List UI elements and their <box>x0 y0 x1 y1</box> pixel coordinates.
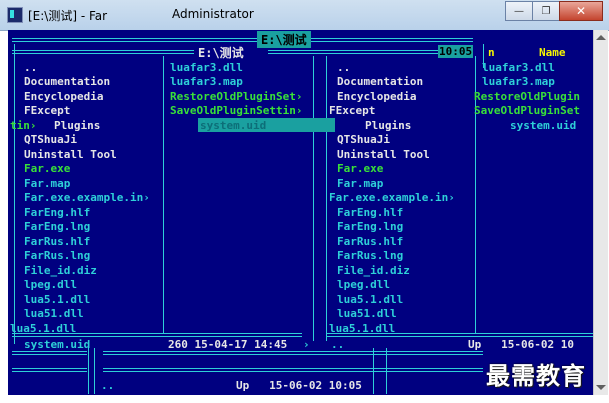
right-file-item[interactable]: FarEng.hlf <box>337 206 403 220</box>
left-panel-header-rule-2 <box>268 50 440 54</box>
right-file-item[interactable]: luafar3.map <box>482 75 555 89</box>
left-file-item[interactable]: luafar3.map <box>170 75 243 89</box>
right-file-item[interactable]: SaveOldPluginSet <box>474 104 580 118</box>
scroll-down-icon[interactable] <box>596 385 606 390</box>
left-file-item[interactable]: SaveOldPluginSettin› <box>170 104 302 118</box>
left-file-item[interactable]: FarEng.lng <box>24 220 90 234</box>
right-file-item[interactable]: Far.exe.example.in› <box>329 191 455 205</box>
bottom-frame-vline <box>88 348 89 394</box>
left-panel-left-border <box>14 44 15 344</box>
right-file-item[interactable]: system.uid <box>510 119 576 133</box>
left-panel-top-border-2 <box>298 38 473 42</box>
left-file-item[interactable]: QTShuaJi <box>24 133 77 147</box>
left-panel-column-divider <box>163 56 164 334</box>
watermark-logo: 最需教育 <box>486 361 586 390</box>
right-file-item[interactable]: Encyclopedia <box>337 90 416 104</box>
left-file-item[interactable]: FarEng.hlf <box>24 206 90 220</box>
panel-divider <box>313 56 314 341</box>
left-file-item[interactable]: FarRus.lng <box>24 249 90 263</box>
left-file-item[interactable]: Encyclopedia <box>24 90 103 104</box>
left-panel-header-rule <box>12 50 194 54</box>
left-status-info: 260 15-04-17 14:45 <box>168 338 288 351</box>
clock: 10:05 <box>438 45 474 58</box>
far-app-icon <box>7 7 23 23</box>
left-file-item[interactable]: FExcept <box>24 104 70 118</box>
bottom-status-info: Up 15-06-02 10:05 <box>236 379 362 392</box>
scroll-up-icon[interactable] <box>596 35 606 40</box>
bottom-frame-rule-4 <box>103 368 483 372</box>
left-plugins-prefix: tin› <box>10 119 37 132</box>
right-file-item[interactable]: FarRus.lng <box>337 249 403 263</box>
window-titlebar[interactable]: [E:\测试] - Far Administrator — ❐ ✕ <box>0 0 609 31</box>
bottom-frame-vline-3 <box>373 348 374 394</box>
left-panel-top-border <box>12 38 257 42</box>
bottom-status-name: .. <box>101 379 115 392</box>
left-file-item[interactable]: Far.map <box>24 177 70 191</box>
current-path-label[interactable]: E:\测试 <box>194 44 248 61</box>
bottom-frame-rule-3 <box>12 368 87 372</box>
close-icon: ✕ <box>575 4 587 18</box>
window-controls: — ❐ ✕ <box>505 1 603 21</box>
left-file-item[interactable]: lua51.dll <box>24 307 84 321</box>
right-file-item[interactable]: QTShuaJi <box>337 133 390 147</box>
right-file-item[interactable]: lua51.dll <box>337 307 397 321</box>
right-file-item[interactable]: Far.exe <box>337 162 383 176</box>
close-button[interactable]: ✕ <box>559 1 603 21</box>
left-file-item[interactable]: lpeg.dll <box>24 278 77 292</box>
right-file-item[interactable]: Documentation <box>337 75 423 89</box>
right-file-item[interactable]: RestoreOldPlugin <box>474 90 580 104</box>
right-panel-left-border <box>326 56 327 341</box>
left-status-name: system.uid <box>24 338 91 351</box>
left-file-item[interactable]: Far.exe <box>24 162 70 176</box>
right-file-item[interactable]: lpeg.dll <box>337 278 390 292</box>
left-file-item[interactable]: Documentation <box>24 75 110 89</box>
left-file-item-selected[interactable]: system.uid <box>200 119 266 133</box>
right-panel-status-rule <box>326 333 593 337</box>
left-file-item[interactable]: Plugins <box>54 119 100 133</box>
right-file-item[interactable]: FarRus.hlf <box>337 235 403 249</box>
window-title: [E:\测试] - Far <box>28 9 108 23</box>
right-file-item[interactable]: FExcept <box>329 104 375 118</box>
right-file-item[interactable]: .. <box>337 61 350 75</box>
right-status-name: .. <box>331 338 345 351</box>
bottom-frame-vline-4 <box>386 348 387 394</box>
right-file-item[interactable]: FarEng.lng <box>337 220 403 234</box>
bottom-frame-rule-2 <box>103 351 483 355</box>
right-file-item[interactable]: lua5.1.dll <box>337 293 403 307</box>
bottom-frame-vline-2 <box>94 348 95 394</box>
left-panel-status-rule <box>12 333 302 337</box>
far-console[interactable]: E:\测试 E:\测试 10:05 n Name .. Documentatio… <box>8 30 593 395</box>
left-file-item[interactable]: lua5.1.dll <box>24 293 90 307</box>
left-status-caret: › <box>303 338 310 351</box>
left-file-item[interactable]: FarRus.hlf <box>24 235 90 249</box>
left-file-item[interactable]: Uninstall Tool <box>24 148 117 162</box>
left-file-item[interactable]: Far.exe.example.in› <box>24 191 150 205</box>
left-file-item[interactable]: File_id.diz <box>24 264 97 278</box>
right-file-item[interactable]: Far.map <box>337 177 383 191</box>
left-file-item[interactable]: .. <box>24 61 37 75</box>
left-file-item[interactable]: luafar3.dll <box>170 61 243 75</box>
restore-button[interactable]: ❐ <box>532 1 560 21</box>
left-file-item[interactable]: RestoreOldPluginSet› <box>170 90 302 104</box>
right-file-item[interactable]: luafar3.dll <box>482 61 555 75</box>
right-file-item[interactable]: Plugins <box>365 119 411 133</box>
top-path-label[interactable]: E:\测试 <box>257 31 311 48</box>
minimize-button[interactable]: — <box>505 1 533 21</box>
bottom-frame-rule <box>12 351 87 355</box>
right-file-item[interactable]: File_id.diz <box>337 264 410 278</box>
right-status-info: Up 15-06-02 10 <box>468 338 574 351</box>
restore-icon: ❐ <box>541 5 551 17</box>
window-user: Administrator <box>172 7 254 21</box>
right-panel-header-n: n <box>488 46 495 59</box>
minimize-icon: — <box>514 5 524 17</box>
console-scrollbar[interactable] <box>593 30 608 395</box>
right-file-item[interactable]: Uninstall Tool <box>337 148 430 162</box>
right-panel-header-name: Name <box>539 46 566 59</box>
